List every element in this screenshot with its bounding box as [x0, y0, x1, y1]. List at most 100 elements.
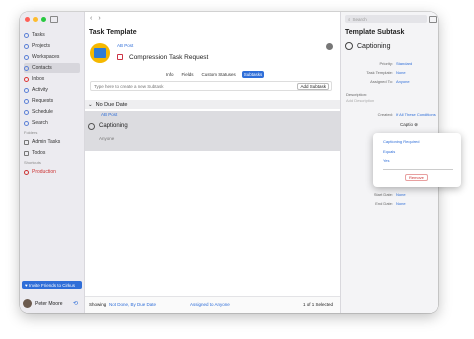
- created-label: Created:: [377, 112, 393, 117]
- sidebar-item-requests[interactable]: Requests: [24, 96, 53, 106]
- folder-admin-tasks[interactable]: Admin Tasks: [24, 137, 60, 147]
- folder-label: Todos: [32, 150, 46, 156]
- sidebar-item-projects[interactable]: Projects: [24, 41, 50, 51]
- complete-checkbox[interactable]: [345, 42, 353, 50]
- tab-info[interactable]: Info: [164, 71, 176, 78]
- folder-label: Admin Tasks: [32, 139, 61, 145]
- task-template-select[interactable]: None: [396, 70, 406, 75]
- sidebar: Tasks Projects Workspaces Contacts Inbox…: [20, 12, 85, 313]
- folder-icon: [24, 139, 29, 145]
- selection-count: 1 of 1 Selected: [303, 302, 334, 307]
- tasks-icon: [24, 32, 29, 38]
- showing-label: Showing: [89, 302, 107, 307]
- sidebar-item-label: Inbox: [32, 76, 45, 82]
- subtask-name-text: Captioning: [357, 42, 391, 50]
- conditions-select[interactable]: If All These Conditions: [396, 112, 436, 117]
- forward-icon[interactable]: ›: [98, 15, 100, 22]
- avatar: [23, 299, 32, 308]
- search-icon: [24, 120, 29, 126]
- new-subtask-input[interactable]: [94, 83, 284, 89]
- complete-checkbox[interactable]: [88, 123, 95, 130]
- shortcut-production[interactable]: Production: [24, 167, 56, 177]
- template-icon: [117, 54, 123, 60]
- sidebar-item-label: Projects: [32, 43, 51, 49]
- sidebar-item-workspaces[interactable]: Workspaces: [24, 52, 59, 62]
- sidebar-item-search[interactable]: Search: [24, 118, 48, 128]
- condition-chip[interactable]: Captio ⊗: [400, 122, 418, 128]
- search-icon: ⌕: [348, 16, 351, 22]
- workspaces-icon: [24, 54, 29, 60]
- row-title: Captioning: [99, 123, 128, 129]
- remove-button[interactable]: Remove: [405, 174, 428, 181]
- chip-label: Captio: [400, 122, 414, 127]
- assigned-to-label: Assigned To:: [370, 79, 393, 84]
- close-button[interactable]: [25, 17, 30, 22]
- sync-icon[interactable]: ⟲: [73, 300, 78, 307]
- main-panel: ‹ › Task Template AB Post Compression Ta…: [85, 12, 340, 313]
- shortcut-label: Production: [32, 169, 56, 175]
- sidebar-item-label: Search: [32, 120, 48, 126]
- page-title: Task Template: [89, 29, 137, 36]
- folder-todos[interactable]: Todos: [24, 148, 45, 158]
- sidebar-item-activity[interactable]: Activity: [24, 85, 48, 95]
- projects-icon: [24, 43, 29, 49]
- row-company: AB Post: [101, 112, 118, 117]
- description-label: Description:: [346, 92, 368, 97]
- tab-fields[interactable]: Fields: [180, 71, 196, 78]
- toolbar: ‹ ›: [85, 12, 340, 28]
- new-subtask-bar: Add Subtask: [90, 81, 332, 91]
- end-date-label: End Date:: [375, 201, 393, 206]
- back-icon[interactable]: ‹: [90, 15, 92, 22]
- minimize-button[interactable]: [33, 17, 38, 22]
- description-input[interactable]: Add Description: [346, 98, 374, 103]
- assigned-select[interactable]: Assigned to Anyone: [190, 302, 230, 307]
- folder-icon: [24, 150, 29, 156]
- filter-select[interactable]: Not Done, By Due Date: [109, 302, 156, 307]
- company-logo: [90, 43, 110, 63]
- priority-select[interactable]: Standard: [396, 61, 412, 66]
- search-field[interactable]: ⌕ Search: [345, 15, 427, 23]
- logo-inner: [94, 48, 106, 58]
- sidebar-toggle-icon[interactable]: [50, 16, 58, 23]
- sidebar-item-inbox[interactable]: Inbox: [24, 74, 44, 84]
- invite-label: Invite Friends to Cirkus: [28, 282, 75, 288]
- production-icon: [24, 169, 29, 175]
- condition-value-select[interactable]: Yes: [383, 158, 390, 163]
- more-options-icon[interactable]: [326, 43, 333, 50]
- row-assignee: Anyone: [99, 136, 115, 141]
- activity-icon: [24, 87, 29, 93]
- sidebar-item-label: Requests: [32, 98, 54, 104]
- subtask-name: Captioning: [345, 42, 390, 50]
- end-date-select[interactable]: None: [396, 201, 406, 206]
- user-profile[interactable]: Peter Moore: [23, 299, 63, 308]
- company-link[interactable]: AB Post: [117, 43, 133, 48]
- maximize-button[interactable]: [41, 17, 46, 22]
- table-row[interactable]: AB Post Captioning Anyone: [85, 111, 340, 151]
- start-date-select[interactable]: None: [396, 192, 406, 197]
- condition-operator-select[interactable]: Equals: [383, 149, 395, 154]
- contacts-icon: [24, 65, 29, 71]
- sidebar-item-contacts[interactable]: Contacts: [24, 63, 80, 73]
- assigned-to-select[interactable]: Anyone: [396, 79, 410, 84]
- user-name: Peter Moore: [35, 300, 63, 307]
- chevron-down-icon: ⌄: [88, 101, 93, 108]
- chip-close-icon[interactable]: ⊗: [413, 122, 418, 127]
- panel-toggle-icon[interactable]: [429, 16, 437, 23]
- nav-arrows: ‹ ›: [90, 15, 101, 22]
- folders-header: Folders: [24, 130, 38, 135]
- requests-icon: [24, 98, 29, 104]
- sidebar-item-label: Tasks: [32, 32, 45, 38]
- sidebar-item-tasks[interactable]: Tasks: [24, 30, 45, 40]
- condition-field-select[interactable]: Captioning Required: [383, 139, 419, 144]
- tab-bar: Info Fields Custom Statuses Subtasks: [164, 71, 265, 78]
- search-placeholder: Search: [352, 16, 367, 22]
- sidebar-item-schedule[interactable]: Schedule: [24, 107, 53, 117]
- invite-friends-button[interactable]: ♥ Invite Friends to Cirkus: [22, 281, 82, 289]
- shortcuts-header: Shortcuts: [24, 160, 41, 165]
- tab-custom-statuses[interactable]: Custom Statuses: [200, 71, 238, 78]
- tab-subtasks[interactable]: Subtasks: [241, 71, 265, 78]
- group-header[interactable]: ⌄ No Due Date: [85, 100, 340, 109]
- condition-popover: Captioning Required Equals Yes Remove: [373, 133, 461, 187]
- add-subtask-button[interactable]: Add Subtask: [297, 83, 329, 90]
- sidebar-item-label: Contacts: [32, 65, 52, 71]
